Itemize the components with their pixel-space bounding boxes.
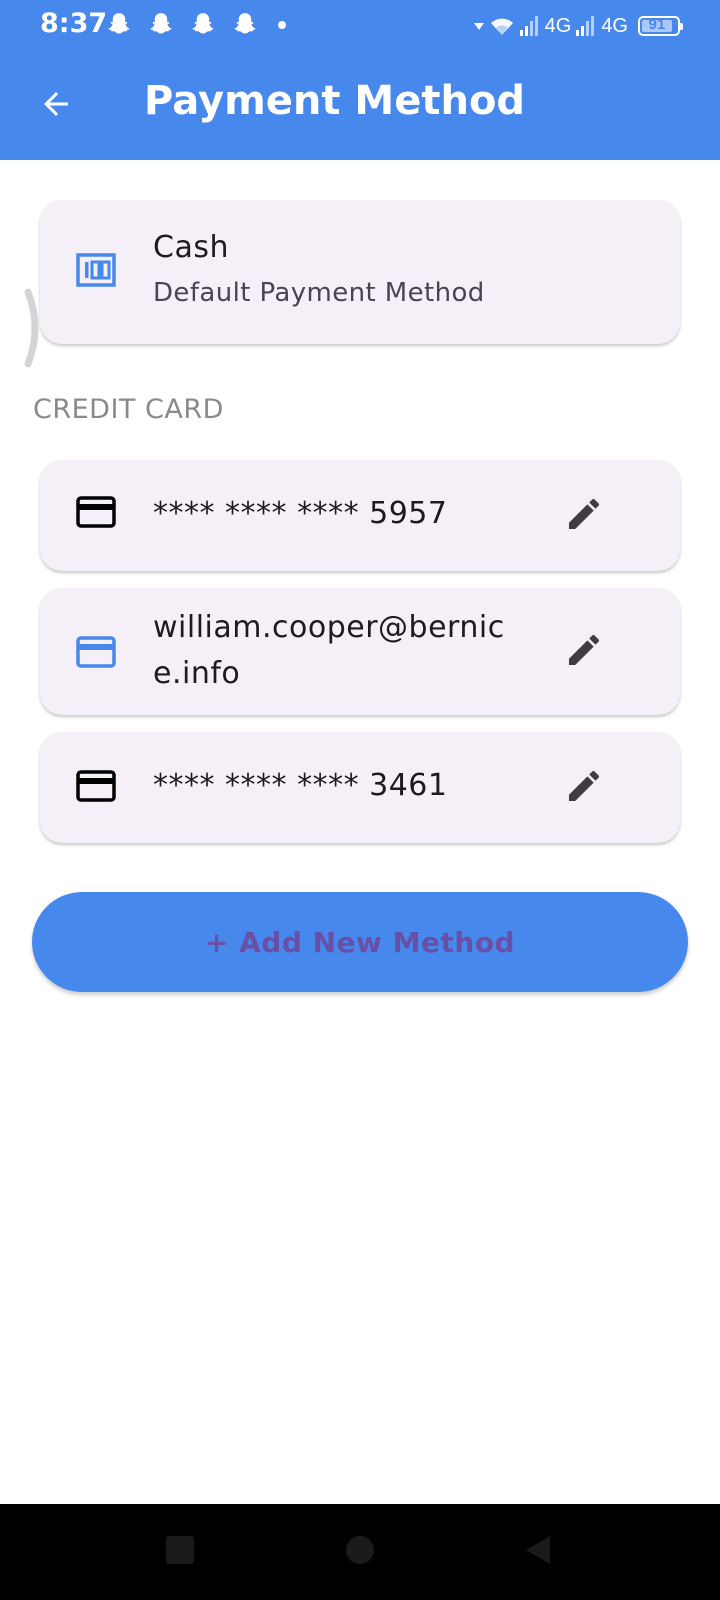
- back-triangle-icon: [522, 1534, 554, 1570]
- credit-card-item[interactable]: **** **** **** 3461: [40, 732, 680, 843]
- page-title: Payment Method: [144, 78, 526, 124]
- home-button[interactable]: [340, 1532, 380, 1572]
- data-arrow-icon: [473, 20, 485, 32]
- signal-icon: [575, 15, 597, 37]
- credit-card-item[interactable]: **** **** **** 5957: [40, 460, 680, 571]
- back-button[interactable]: [30, 80, 82, 132]
- cash-subtitle: Default Payment Method: [153, 278, 485, 308]
- credit-card-item[interactable]: william.cooper@bernic e.info: [40, 588, 680, 715]
- status-time: 8:37: [40, 8, 108, 39]
- home-circle-icon: [344, 1534, 376, 1570]
- credit-card-icon: [76, 770, 116, 806]
- paypal-email-line-1: william.cooper@bernic: [153, 610, 505, 645]
- add-new-method-button[interactable]: + Add New Method: [32, 892, 688, 992]
- default-payment-card[interactable]: Cash Default Payment Method: [40, 200, 680, 344]
- battery-level: 91: [648, 16, 666, 33]
- credit-card-icon: [76, 636, 116, 672]
- system-nav-bar: [0, 1504, 720, 1600]
- snapchat-icon: [230, 10, 260, 40]
- cash-title: Cash: [153, 230, 229, 265]
- recents-button[interactable]: [160, 1532, 200, 1572]
- snapchat-icon: [104, 10, 134, 40]
- snapchat-icon: [146, 10, 176, 40]
- pencil-icon: [564, 494, 604, 538]
- card-number: **** **** **** 5957: [153, 496, 448, 531]
- status-bar: 8:37 4G 4G 91: [0, 0, 720, 52]
- battery-icon: 91: [638, 16, 683, 36]
- network-type-2: 4G: [601, 14, 628, 37]
- pull-indicator: [22, 288, 44, 368]
- pencil-icon: [564, 766, 604, 810]
- edit-button[interactable]: [560, 764, 608, 812]
- edit-button[interactable]: [560, 628, 608, 676]
- pencil-icon: [564, 630, 604, 674]
- signal-icon: [519, 15, 541, 37]
- app-bar: 8:37 4G 4G 91 Payment Method: [0, 0, 720, 160]
- card-number: **** **** **** 3461: [153, 768, 448, 803]
- snapchat-icon: [188, 10, 218, 40]
- paypal-email-line-2: e.info: [153, 656, 241, 691]
- credit-card-icon: [76, 496, 116, 532]
- notification-icons: [104, 8, 286, 42]
- wifi-icon: [489, 15, 515, 37]
- edit-button[interactable]: [560, 492, 608, 540]
- cash-icon: [76, 253, 116, 291]
- recents-square-icon: [164, 1534, 196, 1570]
- section-header-credit-card: CREDIT CARD: [33, 394, 224, 425]
- arrow-left-icon: [38, 86, 74, 126]
- network-type-1: 4G: [544, 14, 572, 37]
- system-icons: 4G 4G 91: [473, 12, 683, 40]
- dot-icon: [278, 21, 286, 29]
- system-back-button[interactable]: [518, 1532, 558, 1572]
